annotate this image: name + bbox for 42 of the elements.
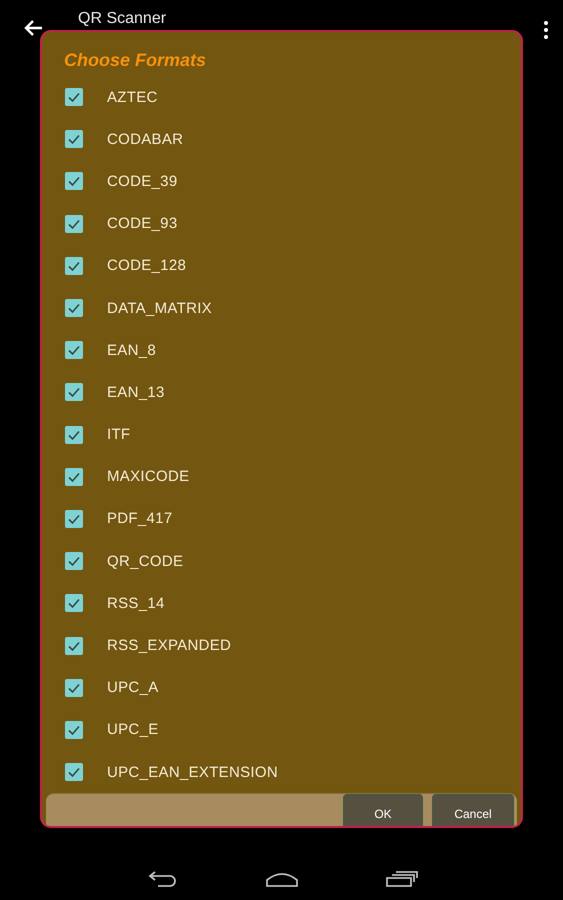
checkbox[interactable] [65, 299, 83, 318]
format-label: RSS_EXPANDED [107, 637, 232, 654]
format-label: MAXICODE [107, 468, 190, 486]
checkbox[interactable] [65, 594, 83, 612]
format-label: CODE_39 [107, 172, 178, 190]
checkbox[interactable] [65, 510, 83, 528]
cancel-button[interactable]: Cancel [432, 794, 514, 826]
checkbox[interactable] [65, 383, 83, 402]
ok-button[interactable]: OK [343, 794, 423, 826]
checkbox[interactable] [65, 678, 83, 697]
app-title: QR Scanner [78, 10, 168, 28]
format-label: UPC_EAN_EXTENSION [107, 764, 278, 781]
format-label: ITF [107, 426, 130, 444]
back-icon[interactable] [24, 18, 44, 38]
checkbox[interactable] [65, 172, 83, 190]
format-label: DATA_MATRIX [107, 300, 212, 317]
checkbox[interactable] [65, 636, 83, 655]
format-label: CODE_128 [107, 257, 186, 274]
home-icon[interactable] [266, 871, 298, 887]
format-label: RSS_14 [107, 594, 165, 612]
format-label: AZTEC [107, 88, 158, 106]
format-label: CODABAR [107, 130, 184, 148]
checkbox[interactable] [65, 468, 83, 486]
more-icon[interactable] [543, 20, 549, 40]
recents-icon[interactable] [386, 871, 418, 887]
checkbox[interactable] [65, 552, 83, 570]
checkbox[interactable] [65, 130, 83, 148]
format-label: PDF_417 [107, 510, 172, 528]
format-label: EAN_13 [107, 384, 165, 401]
dialog-title: Choose Formats [63, 49, 208, 71]
checkbox[interactable] [65, 88, 83, 106]
checkbox[interactable] [65, 341, 83, 360]
checkbox[interactable] [65, 256, 83, 275]
format-label: UPC_E [107, 721, 159, 738]
checkbox[interactable] [65, 763, 83, 782]
format-label: CODE_93 [107, 215, 178, 232]
checkbox[interactable] [65, 214, 83, 233]
format-label: UPC_A [107, 679, 159, 696]
format-label: QR_CODE [107, 552, 184, 570]
checkbox[interactable] [65, 426, 83, 444]
format-label: EAN_8 [107, 342, 156, 359]
checkbox[interactable] [65, 720, 83, 739]
